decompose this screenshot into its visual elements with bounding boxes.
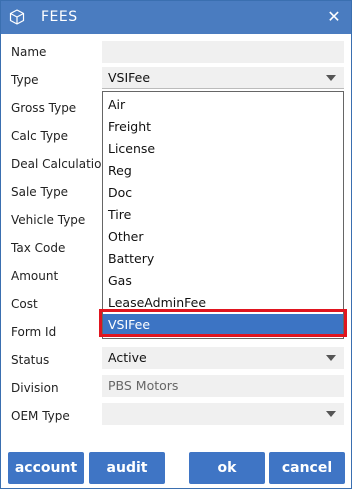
ok-button[interactable]: ok [189, 452, 265, 484]
status-row: Status Active [1, 347, 351, 375]
button-bar: account audit ok cancel [1, 448, 351, 488]
status-label: Status [11, 353, 50, 367]
dialog-title: FEES [41, 9, 78, 25]
name-input[interactable] [102, 41, 344, 63]
fees-dialog: FEES ✕ Name Type VSIFee Gross Type Calc … [0, 0, 352, 489]
amount-label: Amount [11, 269, 59, 283]
dropdown-option[interactable]: Air [103, 94, 343, 116]
dropdown-option[interactable]: Battery [103, 248, 343, 270]
chevron-down-icon[interactable] [326, 75, 336, 81]
status-value: Active [108, 350, 147, 365]
division-label: Division [11, 381, 59, 395]
name-row: Name [1, 39, 351, 67]
gross-type-label: Gross Type [11, 101, 77, 115]
sale-type-label: Sale Type [11, 185, 69, 199]
deal-calculation-label: Deal Calculation [11, 157, 110, 171]
oem-type-select[interactable] [102, 403, 344, 425]
type-value: VSIFee [108, 70, 151, 85]
tax-code-label: Tax Code [11, 241, 66, 255]
name-label: Name [11, 45, 47, 59]
dropdown-option[interactable]: License [103, 138, 343, 160]
chevron-down-icon[interactable] [326, 355, 336, 361]
cost-label: Cost [11, 297, 38, 311]
oem-type-label: OEM Type [11, 409, 70, 423]
cube-icon [9, 9, 25, 25]
cancel-button[interactable]: cancel [269, 452, 345, 484]
division-row: Division PBS Motors [1, 375, 351, 403]
chevron-down-icon[interactable] [326, 411, 336, 417]
vehicle-type-label: Vehicle Type [11, 213, 86, 227]
calc-type-label: Calc Type [11, 129, 69, 143]
status-select[interactable]: Active [102, 347, 344, 369]
form-id-label: Form Id [11, 325, 57, 339]
dropdown-option[interactable]: Reg [103, 160, 343, 182]
type-select[interactable]: VSIFee [102, 67, 344, 89]
close-icon[interactable]: ✕ [325, 7, 343, 27]
type-dropdown-list: Air Freight License Reg Doc Tire Other B… [102, 91, 344, 339]
dropdown-option-selected[interactable]: VSIFee [103, 314, 343, 336]
type-label: Type [11, 73, 39, 87]
dropdown-option[interactable]: LeaseAdminFee [103, 292, 343, 314]
dropdown-option[interactable]: Doc [103, 182, 343, 204]
title-bar: FEES ✕ [1, 1, 351, 34]
dropdown-option[interactable]: Gas [103, 270, 343, 292]
oem-type-row: OEM Type [1, 403, 351, 431]
dropdown-option[interactable]: Other [103, 226, 343, 248]
audit-button[interactable]: audit [89, 452, 165, 484]
division-value: PBS Motors [108, 378, 179, 393]
dropdown-option[interactable]: Tire [103, 204, 343, 226]
account-button[interactable]: account [8, 452, 84, 484]
dropdown-option[interactable]: Freight [103, 116, 343, 138]
division-input[interactable]: PBS Motors [102, 375, 344, 397]
